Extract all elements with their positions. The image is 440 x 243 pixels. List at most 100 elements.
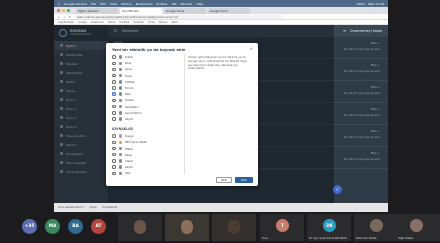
radio-button[interactable] [112,140,116,145]
menu-item[interactable]: Window [181,2,193,6]
add-activity-link[interactable]: Bir etkinlik veya kaynak ekle [344,114,380,117]
add-activity-link[interactable]: Bir etkinlik veya kaynak ekle [344,158,380,161]
activity-chooser-dialog: Yeni bir etkinlik ya da kaynak ekle × An… [106,43,258,186]
window-controls [57,9,70,12]
bookmark[interactable]: Meet [172,21,178,24]
menu-item[interactable]: History [121,2,132,6]
reload-icon[interactable]: ↻ [69,15,71,19]
radio-button[interactable] [112,152,116,157]
add-button[interactable]: Ekle + [371,41,380,45]
menu-item[interactable]: File [91,2,96,6]
activity-icon [118,104,122,109]
menu-item[interactable]: Edit [100,2,106,6]
edit-mode-toggle[interactable]: Duzenlemeyi kapat [350,29,382,33]
dialog-title: Yeni bir etkinlik ya da kaynak ekle [112,47,186,52]
minimize-window-icon[interactable] [62,9,65,12]
participant-avatar[interactable]: AT [91,219,106,234]
close-icon[interactable]: × [250,46,253,51]
menu-item[interactable]: Tab [171,2,176,6]
apple-icon[interactable]:  [58,2,60,6]
meeting-stage:  Google Chrome File Edit View History B… [0,0,440,243]
activity-icon [118,117,122,121]
add-activity-link[interactable]: Bir etkinlik veya kaynak ekle [344,136,380,139]
participant-avatar[interactable]: BA [68,219,83,234]
name-tile[interactable]: Nurel Sarı Parlak [354,214,398,241]
activity-icon [118,80,122,84]
participant-avatar: T [276,219,289,232]
radio-button[interactable] [112,80,116,84]
add-activity-link[interactable]: Bir etkinlik veya kaynak ekle [344,48,380,51]
label-icon [118,146,122,151]
cancel-button[interactable]: İptal [216,177,232,183]
add-activity-link[interactable]: Bir etkinlik veya kaynak ekle [344,70,380,73]
name-tile[interactable]: Yağız Atakan [396,214,440,241]
folder-icon [118,159,122,163]
participant-avatar[interactable]: +35 [22,219,37,234]
name-tile[interactable]: T Tuna [260,214,304,241]
close-window-icon[interactable] [57,9,60,12]
radio-button[interactable] [112,171,116,176]
radio-button[interactable] [112,104,116,109]
bookmark[interactable]: Haritalar [133,21,144,24]
add-activity-link[interactable]: Bir etkinlik veya kaynak ekle [344,92,380,95]
menu-item[interactable]: Profiles [157,2,168,6]
add-button[interactable]: Ekle + [371,85,380,89]
menu-item[interactable]: Help [196,2,203,6]
bookmark[interactable]: YouTube [119,21,129,24]
back-icon[interactable]: ← [58,15,60,19]
bookmark[interactable]: Gmail [108,21,115,24]
activity-icon [118,98,122,103]
url-field[interactable]: learn.edume.ws/course/modedit.php?add=re… [74,14,285,19]
browser-tabstrip: Egitim Dersleri Yeni Etkinlik Google Dri… [54,7,388,14]
radio-button[interactable] [112,117,116,121]
dialog-divider [184,54,185,174]
forward-icon[interactable]: → [63,15,65,19]
bookmark[interactable]: Drive [148,21,155,24]
menu-item[interactable]: Bookmarks [136,2,153,6]
radio-button[interactable] [112,55,116,59]
chat-fab[interactable]: ✓ [333,185,342,194]
page-icon [118,165,122,169]
video-tile[interactable] [212,214,256,241]
bookmark[interactable]: Classroom [91,21,104,24]
add-button[interactable]: Ekle [235,177,253,183]
add-button[interactable]: Ekle + [371,107,380,111]
add-button[interactable]: Ekle + [371,151,380,155]
name-tile[interactable]: DK Dr. Ogr. Uyesi Deniz KOCABAS [307,214,351,241]
battery-label: 100% [356,1,365,6]
help-text: Yardım görüntülemek için bir etkinlik ya… [188,55,247,71]
radio-button[interactable] [112,73,116,78]
radio-button[interactable] [112,134,116,138]
activity-icon [118,73,122,78]
add-button[interactable]: Ekle + [371,63,380,67]
radio-button[interactable] [112,86,116,90]
participant-avatar[interactable]: MA [45,219,60,234]
maximize-window-icon[interactable] [67,9,70,12]
radio-button[interactable] [112,98,116,103]
link-icon [118,171,122,176]
radio-button[interactable] [112,111,116,115]
menu-item[interactable]: View [110,2,117,6]
add-button[interactable]: Ekle + [371,129,380,133]
mac-menubar:  Google Chrome File Edit View History B… [54,0,388,7]
person-silhouette [181,220,193,234]
activity-icon [118,86,122,90]
video-tile[interactable] [165,214,209,241]
bell-icon[interactable]: ✉ [343,29,346,33]
radio-button[interactable] [112,61,116,66]
bookmark[interactable]: Takvim [159,21,168,24]
menu-item[interactable]: Google Chrome [64,2,87,6]
package-icon [118,140,122,145]
radio-button[interactable] [112,165,116,169]
person-silhouette [228,220,240,234]
resource-option[interactable]: URL [112,170,168,176]
radio-button[interactable] [112,146,116,151]
activity-icon [118,111,122,115]
radio-button[interactable] [112,92,116,96]
radio-button[interactable] [112,67,116,72]
bookmark[interactable]: Google [78,21,87,24]
radio-button[interactable] [112,159,116,163]
activity-option[interactable]: Seçim [112,116,168,122]
bookmark[interactable]: Uygulamalar [58,21,74,24]
video-tile[interactable] [118,214,162,241]
